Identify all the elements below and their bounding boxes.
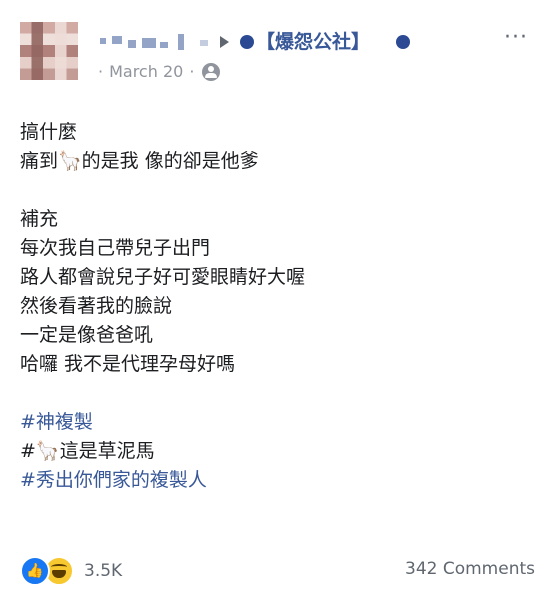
- comments-count-link[interactable]: 342 Comments: [405, 559, 535, 579]
- post-line: 一定是像爸爸吼: [20, 324, 154, 346]
- post-line: 路人都會說兒子好可愛眼睛好大喔: [20, 266, 306, 288]
- post-line: 哈囉 我不是代理孕母好嗎: [20, 353, 236, 375]
- post-date[interactable]: March 20: [109, 62, 183, 82]
- group-dot-icon: [240, 35, 254, 49]
- group-name-link[interactable]: 【爆怨公社】: [256, 28, 370, 56]
- post-line: 搞什麼: [20, 121, 78, 143]
- post-line: 補充: [20, 208, 59, 230]
- author-avatar[interactable]: [20, 22, 78, 80]
- group-dot-icon: [396, 35, 410, 49]
- post-line: #🦙這是草泥馬: [20, 440, 155, 462]
- group-audience-icon: [202, 63, 221, 81]
- post-body: 搞什麼 痛到🦙的是我 像的卻是他爹 補充 每次我自己帶兒子出門 路人都會說兒子好…: [20, 118, 540, 495]
- reactions-summary[interactable]: 👍 3.5K: [20, 556, 122, 586]
- post-header: 【爆怨公社】: [96, 28, 496, 56]
- hashtag-link[interactable]: #神複製: [20, 408, 540, 437]
- post-footer: 👍 3.5K 342 Comments: [20, 556, 535, 586]
- hashtag-link[interactable]: #秀出你們家的複製人: [20, 466, 540, 495]
- more-options-icon[interactable]: ···: [504, 27, 528, 49]
- shared-to-arrow-icon: [220, 36, 229, 48]
- author-name-blurred[interactable]: [96, 34, 216, 50]
- post-meta-separator: ·: [189, 62, 195, 81]
- post-line: 每次我自己帶兒子出門: [20, 237, 211, 259]
- like-reaction-icon: 👍: [20, 556, 50, 586]
- post-line: 痛到🦙的是我 像的卻是他爹: [20, 150, 259, 172]
- post-meta: · March 20 ·: [98, 62, 221, 82]
- post-meta-separator: ·: [98, 62, 104, 81]
- post-line: 然後看著我的臉說: [20, 295, 173, 317]
- reactions-count[interactable]: 3.5K: [84, 561, 122, 581]
